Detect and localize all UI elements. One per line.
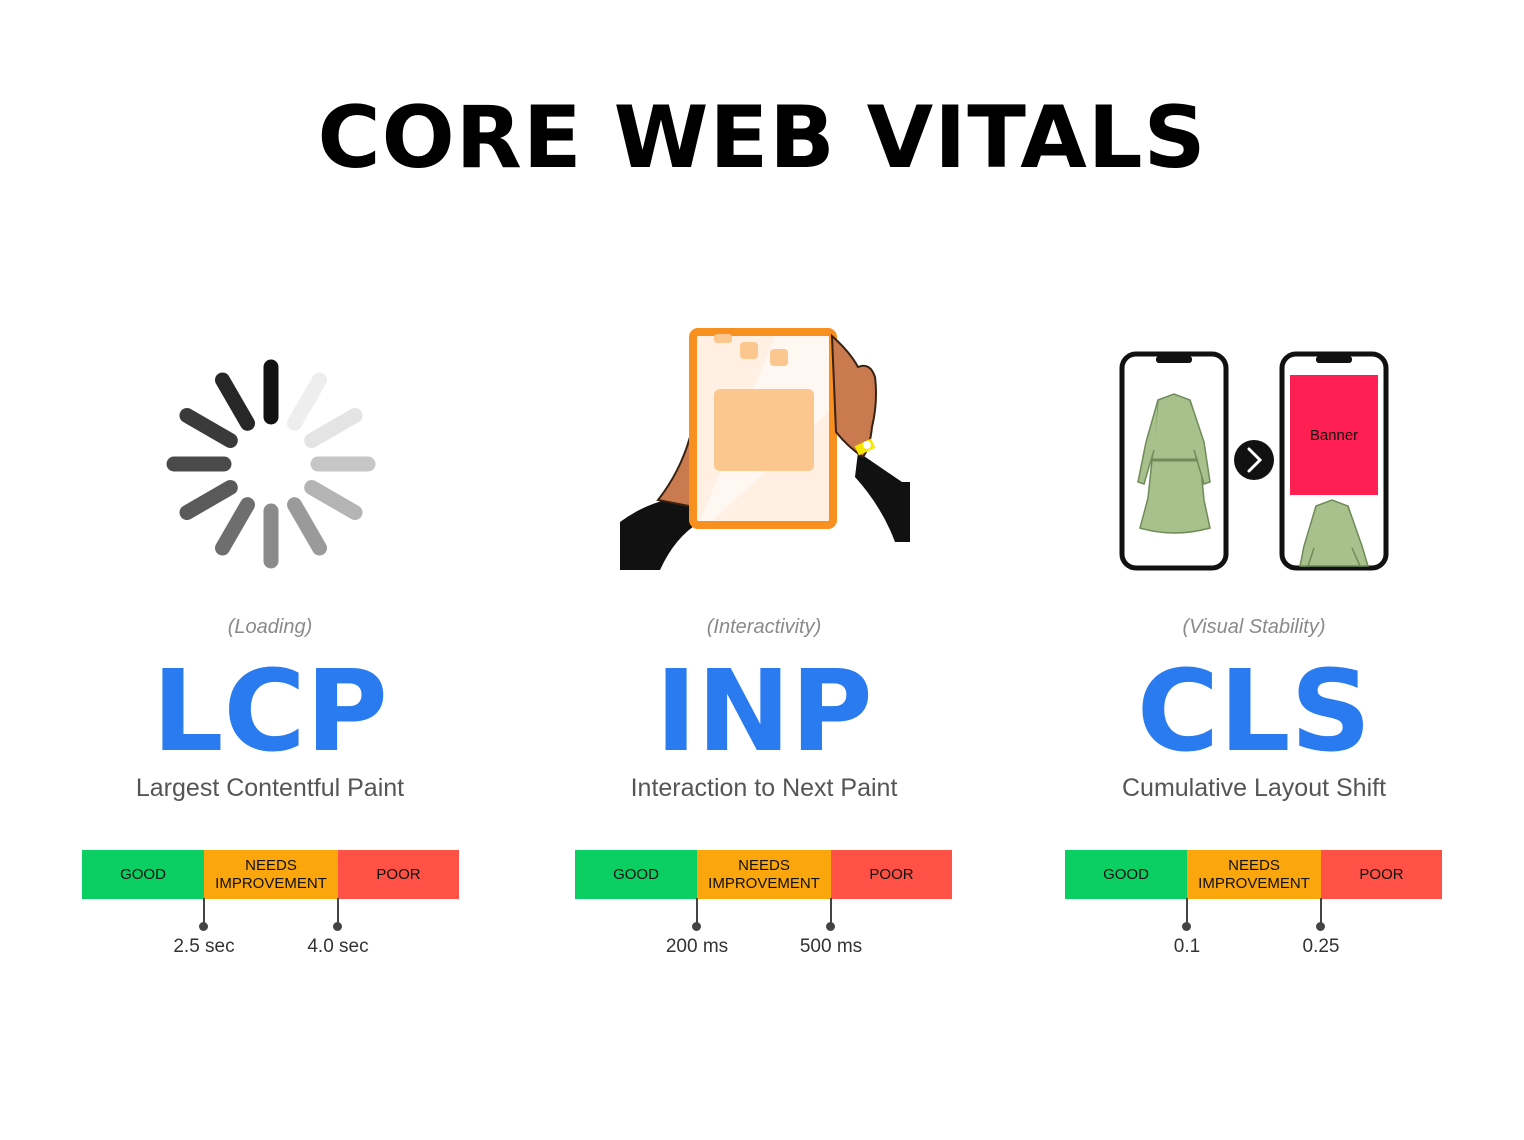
threshold-marker-dot	[199, 922, 208, 931]
threshold-label: 4.0 sec	[307, 936, 369, 957]
metric-acronym: INP	[655, 647, 873, 777]
threshold-label: 500 ms	[799, 936, 863, 957]
loading-spinner-icon	[160, 355, 382, 573]
band-good: GOOD	[82, 850, 204, 899]
threshold-label: 0.1	[1173, 936, 1201, 957]
banner-label: Banner	[1310, 427, 1358, 444]
threshold-bar: GOOD NEEDS IMPROVEMENT POOR	[1065, 850, 1442, 899]
phones-layout-shift-icon: Banner	[1118, 350, 1390, 572]
threshold-marker	[696, 898, 698, 924]
threshold-marker-dot	[1316, 922, 1325, 931]
band-poor: POOR	[831, 850, 952, 899]
threshold-bar: GOOD NEEDS IMPROVEMENT POOR	[575, 850, 952, 899]
threshold-bar: GOOD NEEDS IMPROVEMENT POOR	[82, 850, 459, 899]
band-poor: POOR	[338, 850, 459, 899]
metric-category: (Visual Stability)	[1182, 616, 1326, 638]
threshold-label: 200 ms	[665, 936, 729, 957]
threshold-marker-dot	[692, 922, 701, 931]
metric-category: (Loading)	[227, 616, 313, 638]
metric-name: Interaction to Next Paint	[630, 774, 898, 802]
threshold-label: 2.5 sec	[173, 936, 235, 957]
metric-acronym: LCP	[152, 647, 388, 777]
band-needs-improvement: NEEDS IMPROVEMENT	[697, 850, 831, 899]
threshold-label: 0.25	[1302, 936, 1340, 957]
metric-name: Largest Contentful Paint	[135, 774, 405, 802]
metric-category: (Interactivity)	[706, 616, 822, 638]
next-arrow-icon	[1234, 440, 1274, 480]
band-needs-improvement: NEEDS IMPROVEMENT	[204, 850, 338, 899]
threshold-marker	[203, 898, 205, 924]
band-good: GOOD	[575, 850, 697, 899]
threshold-marker	[337, 898, 339, 924]
threshold-marker-dot	[826, 922, 835, 931]
hands-tablet-icon	[620, 322, 910, 574]
threshold-marker-dot	[333, 922, 342, 931]
threshold-marker	[830, 898, 832, 924]
metric-name: Cumulative Layout Shift	[1121, 774, 1387, 802]
band-poor: POOR	[1321, 850, 1442, 899]
page-title: CORE WEB VITALS	[317, 88, 1207, 188]
threshold-marker-dot	[1182, 922, 1191, 931]
band-good: GOOD	[1065, 850, 1187, 899]
threshold-marker	[1186, 898, 1188, 924]
band-needs-improvement: NEEDS IMPROVEMENT	[1187, 850, 1321, 899]
threshold-marker	[1320, 898, 1322, 924]
metric-acronym: CLS	[1136, 647, 1372, 777]
